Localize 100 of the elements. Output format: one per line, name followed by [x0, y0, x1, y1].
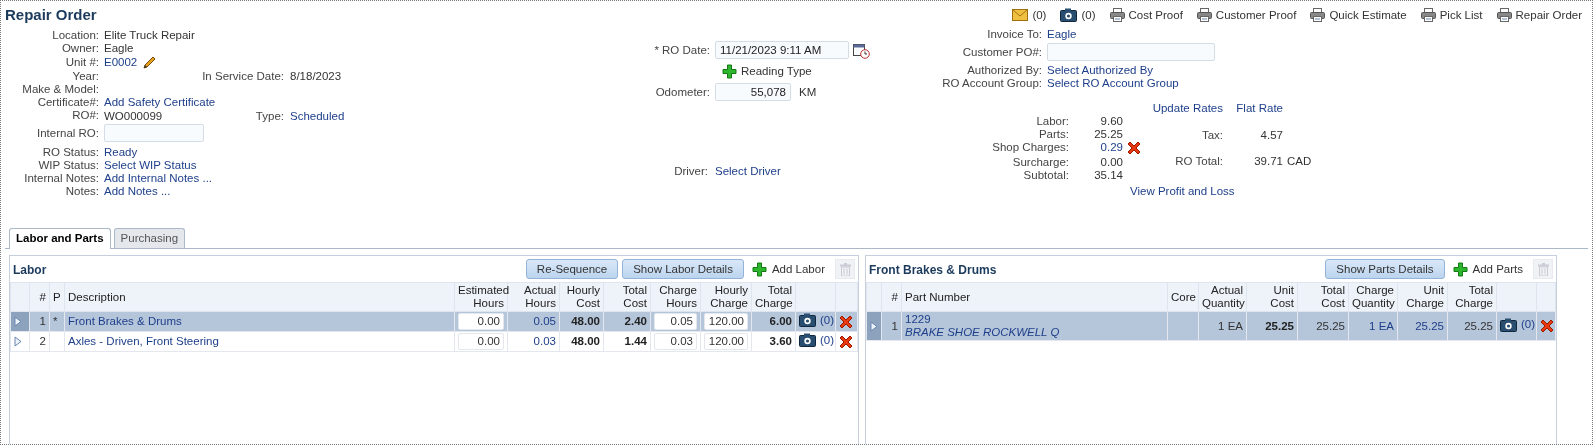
value-link[interactable]: Add Internal Notes ... [104, 171, 213, 185]
date-field[interactable]: 11/21/2023 9:11 AM [715, 41, 849, 59]
field-label: Parts: [1037, 128, 1069, 141]
value-link[interactable]: Add Notes ... [104, 184, 171, 198]
field-label: Subtotal: [1022, 169, 1069, 182]
profit-loss-link[interactable]: View Profit and Loss [1130, 185, 1235, 197]
camera-icon[interactable] [1060, 8, 1078, 22]
add-reading-link[interactable]: Reading Type [715, 59, 812, 83]
toolbar-button[interactable]: Re-Sequence [525, 259, 619, 279]
rate-link[interactable]: Update Rates [1152, 102, 1223, 114]
column-header: Actual Quantity [1198, 282, 1247, 312]
value-link[interactable]: Scheduled [290, 109, 345, 123]
remove-icon[interactable] [1127, 141, 1141, 155]
cell-input[interactable]: 0.00 [458, 333, 504, 350]
expand-arrow-icon[interactable] [14, 316, 22, 328]
table-cell: 0.05 [533, 315, 556, 327]
part-number[interactable]: 1229 [905, 313, 1164, 326]
table-cell: 0.03 [533, 335, 556, 347]
table-row[interactable]: 2 Axles - Driven, Front Steering 0.00 0.03 48.00 1.44 0.03 120.00 3.60 (0) [10, 331, 858, 352]
value-link[interactable]: Select WIP Status [104, 158, 197, 172]
table-cell: 25.25 [1415, 319, 1444, 332]
print-link[interactable]: Customer Proof [1196, 8, 1297, 22]
table-cell: 2.40 [624, 315, 647, 327]
toolbar-button[interactable]: Show Parts Details [1325, 259, 1445, 279]
cell-input[interactable]: 120.00 [704, 313, 748, 330]
field-value: 25.25 [1093, 128, 1123, 141]
calendar-icon[interactable] [853, 41, 870, 59]
photos-link[interactable]: (0) [1060, 8, 1096, 22]
printer-icon[interactable] [1310, 8, 1326, 22]
column-header: # [881, 282, 902, 312]
printer-icon[interactable] [1109, 8, 1125, 22]
value-link[interactable]: Ready [104, 145, 138, 159]
cell-input[interactable]: 0.05 [654, 313, 697, 330]
printer-icon[interactable] [1420, 8, 1436, 22]
field-value: 39.71 [1253, 155, 1283, 170]
column-header: # [29, 282, 50, 312]
printer-icon[interactable] [1496, 8, 1512, 22]
value-link[interactable]: Add Safety Certificate [104, 96, 216, 110]
add-link[interactable]: Add Labor [751, 261, 825, 277]
value-link[interactable]: Select Authorized By [1047, 64, 1154, 76]
column-header: Total Cost [1297, 282, 1349, 312]
table-cell: 1.44 [624, 335, 647, 347]
page-title: Repair Order [5, 6, 97, 24]
field-label: Authorized By: [966, 64, 1042, 77]
cell-input[interactable]: 0.00 [458, 313, 504, 330]
value-link[interactable]: Select Driver [715, 165, 781, 177]
camera-icon [799, 333, 816, 347]
print-link[interactable]: Cost Proof [1109, 8, 1183, 22]
field-value: WO000099 [104, 109, 163, 122]
expand-arrow-icon[interactable] [14, 336, 22, 348]
tab[interactable]: Labor and Parts [9, 228, 111, 249]
table-cell: 1 [891, 319, 898, 332]
cell-input[interactable]: 120.00 [704, 333, 748, 350]
column-header: Unit Cost [1246, 282, 1298, 312]
table-cell: 25.25 [1464, 319, 1493, 332]
input-field[interactable] [1047, 43, 1215, 61]
field-label: Type: [254, 109, 284, 123]
add-link[interactable]: Add Parts [1452, 261, 1523, 277]
input-field[interactable] [104, 123, 204, 142]
field-value: 4.57 [1259, 128, 1283, 143]
delete-icon[interactable] [839, 314, 853, 329]
cell-input[interactable]: 0.03 [654, 333, 697, 350]
rate-link[interactable]: Flat Rate [1236, 102, 1283, 114]
expand-arrow-icon[interactable] [870, 320, 878, 332]
value-link[interactable]: Eagle [1047, 28, 1077, 40]
plus-icon[interactable] [1452, 261, 1468, 277]
email-link[interactable]: (0) [1012, 8, 1047, 22]
field-label: Labor: [1035, 115, 1069, 128]
value-link[interactable]: Select RO Account Group [1047, 77, 1179, 89]
plus-icon[interactable] [722, 64, 737, 79]
print-link[interactable]: Pick List [1420, 8, 1483, 22]
value-link[interactable]: E0002 [104, 56, 138, 70]
column-header: Total Cost [603, 282, 651, 312]
field-label: Odometer: [654, 85, 710, 100]
print-link[interactable]: Quick Estimate [1310, 8, 1407, 22]
table-cell: 25.25 [1316, 319, 1345, 332]
camera-icon [799, 313, 816, 327]
printer-icon[interactable] [1196, 8, 1212, 22]
table-row[interactable]: 1 * Front Brakes & Drums 0.00 0.05 48.00 2.40 0.05 120.00 6.00 (0) [10, 311, 858, 332]
field-value: Eagle [104, 42, 134, 56]
mail-icon[interactable] [1012, 9, 1029, 21]
column-header: Hourly Cost [559, 282, 604, 312]
column-header: Total Charge [751, 282, 796, 312]
table-cell: 2 [39, 335, 46, 347]
delete-icon[interactable] [839, 334, 853, 349]
print-link[interactable]: Repair Order [1496, 8, 1582, 22]
pencil-icon[interactable] [142, 55, 158, 71]
field-value: 8/18/2023 [290, 70, 342, 84]
field-label: Location: [51, 29, 99, 43]
plus-icon[interactable] [751, 261, 767, 277]
field-label: Shop Charges: [991, 141, 1069, 155]
tab[interactable]: Purchasing [113, 228, 186, 248]
table-cell: * [53, 315, 58, 327]
field-label: Driver: [673, 165, 709, 178]
value-link[interactable]: 0.29 [1073, 141, 1123, 156]
delete-icon[interactable] [1540, 319, 1554, 333]
field-label: Owner: [60, 42, 99, 56]
toolbar-button[interactable]: Show Labor Details [622, 259, 744, 279]
field-label: Tax: [1200, 128, 1223, 143]
odometer-field[interactable]: 55,078 [715, 83, 791, 101]
